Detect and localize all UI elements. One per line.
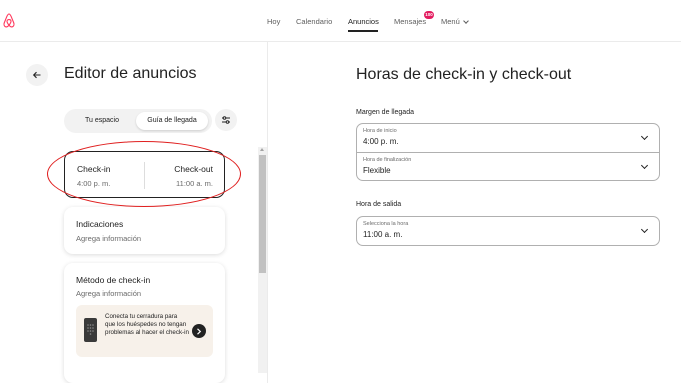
indications-title: Indicaciones bbox=[76, 219, 124, 229]
checkout-time-select[interactable]: Selecciona la hora 11:00 a. m. bbox=[357, 217, 659, 245]
top-navigation-bar: Hoy Calendario Anuncios Mensajes Menú 10… bbox=[0, 0, 681, 42]
back-button[interactable] bbox=[26, 64, 48, 86]
checkout-field-label: Selecciona la hora bbox=[363, 221, 409, 227]
page-title: Editor de anuncios bbox=[64, 65, 197, 82]
end-time-label: Hora de finalización bbox=[363, 157, 412, 163]
checkout-time-label: Hora de salida bbox=[356, 201, 402, 208]
smart-lock-promo[interactable]: Conecta tu cerradura para que los huéspe… bbox=[76, 305, 213, 357]
checkin-checkout-card[interactable]: Check-in 4:00 p. m. Check-out 11:00 a. m… bbox=[64, 151, 225, 198]
nav-item-hoy[interactable]: Hoy bbox=[267, 17, 280, 26]
sidebar-scrollbar[interactable] bbox=[258, 147, 267, 373]
indications-subtitle: Agrega información bbox=[76, 234, 142, 243]
chevron-down-icon bbox=[462, 18, 469, 24]
scrollbar-thumb[interactable] bbox=[259, 155, 266, 273]
indications-card[interactable]: Indicaciones Agrega información bbox=[64, 207, 225, 254]
checkin-method-card[interactable]: Método de check-in Agrega información Co… bbox=[64, 263, 225, 383]
smart-lock-icon bbox=[84, 318, 97, 342]
checkout-value: 11:00 a. m. bbox=[176, 179, 213, 188]
nav-item-calendario[interactable]: Calendario bbox=[296, 17, 332, 26]
smart-lock-promo-text: Conecta tu cerradura para que los huéspe… bbox=[105, 313, 189, 336]
sliders-icon bbox=[222, 116, 230, 124]
chevron-down-icon bbox=[640, 225, 649, 234]
section-title: Horas de check-in y check-out bbox=[356, 66, 572, 83]
end-time-value: Flexible bbox=[363, 166, 391, 175]
tab-guia-de-llegada[interactable]: Guía de llegada bbox=[136, 112, 208, 130]
end-time-select[interactable]: Hora de finalización Flexible bbox=[357, 152, 659, 180]
card-divider bbox=[144, 162, 145, 189]
checkout-time-fields: Selecciona la hora 11:00 a. m. bbox=[356, 216, 660, 246]
arrival-window-fields: Hora de inicio 4:00 p. m. Hora de finali… bbox=[356, 123, 660, 181]
active-nav-indicator bbox=[348, 30, 378, 32]
nav-item-mensajes[interactable]: Mensajes bbox=[394, 17, 426, 26]
scroll-up-arrow-icon[interactable] bbox=[260, 148, 264, 151]
start-time-value: 4:00 p. m. bbox=[363, 137, 399, 146]
nav-item-anuncios[interactable]: Anuncios bbox=[348, 17, 379, 26]
messages-badge: 100 bbox=[424, 11, 434, 19]
checkin-method-subtitle: Agrega información bbox=[76, 289, 142, 298]
checkin-value: 4:00 p. m. bbox=[77, 179, 111, 188]
start-time-select[interactable]: Hora de inicio 4:00 p. m. bbox=[357, 124, 659, 152]
checkin-method-title: Método de check-in bbox=[76, 275, 151, 285]
main-nav: Hoy Calendario Anuncios Mensajes Menú bbox=[0, 17, 681, 31]
chevron-down-icon bbox=[640, 132, 649, 141]
nav-menu-label: Menú bbox=[441, 17, 460, 26]
checkout-label: Check-out bbox=[174, 164, 213, 174]
filter-button[interactable] bbox=[215, 109, 237, 131]
arrival-window-label: Margen de llegada bbox=[356, 109, 414, 116]
start-time-label: Hora de inicio bbox=[363, 128, 397, 134]
chevron-down-icon bbox=[640, 161, 649, 170]
checkout-field-value: 11:00 a. m. bbox=[363, 230, 403, 239]
promo-next-button[interactable] bbox=[192, 324, 206, 338]
sidebar-tabs: Tu espacio Guía de llegada bbox=[64, 109, 212, 133]
tab-tu-espacio[interactable]: Tu espacio bbox=[70, 112, 134, 130]
chevron-right-icon bbox=[197, 327, 202, 335]
arrow-left-icon bbox=[32, 71, 41, 79]
nav-item-menu[interactable]: Menú bbox=[441, 17, 469, 26]
checkin-label: Check-in bbox=[77, 164, 111, 174]
